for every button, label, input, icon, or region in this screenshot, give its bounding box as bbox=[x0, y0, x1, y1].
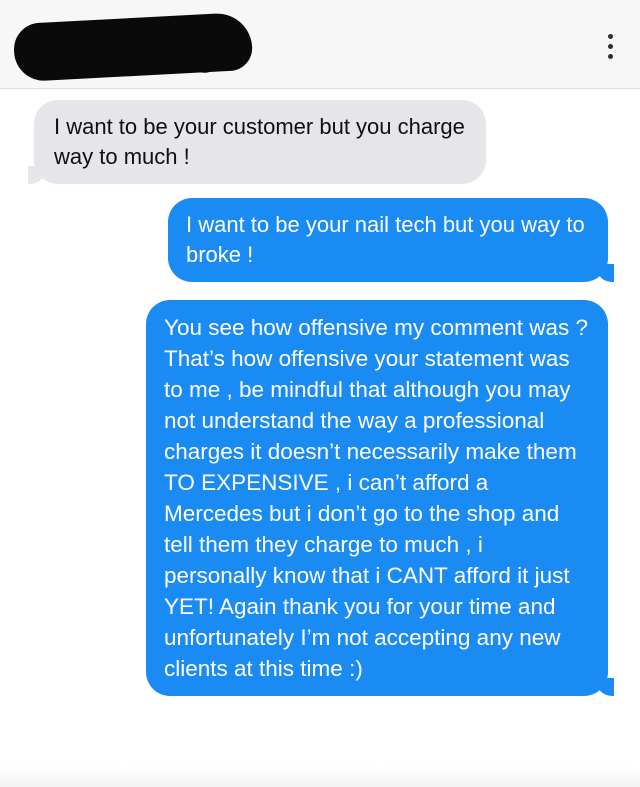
bubble-tail bbox=[596, 264, 614, 282]
dot bbox=[607, 34, 613, 39]
outgoing-message-bubble[interactable]: You see how offensive my comment was ? T… bbox=[146, 300, 614, 696]
message-text: I want to be your nail tech but you way … bbox=[186, 212, 585, 267]
message-text: I want to be your customer but you charg… bbox=[54, 114, 465, 169]
incoming-message-bubble[interactable]: I want to be your customer but you charg… bbox=[28, 100, 486, 184]
dot bbox=[607, 54, 613, 59]
bubble-tail bbox=[28, 166, 46, 184]
bottom-fade bbox=[0, 765, 640, 787]
dot bbox=[607, 44, 613, 49]
redacted-contact-name bbox=[12, 11, 254, 83]
bubble-tail bbox=[596, 678, 614, 696]
conversation-header bbox=[0, 0, 640, 89]
vertical-dots-icon[interactable] bbox=[606, 34, 614, 59]
message-text: You see how offensive my comment was ? T… bbox=[164, 315, 588, 681]
outgoing-message-bubble[interactable]: I want to be your nail tech but you way … bbox=[168, 198, 614, 282]
